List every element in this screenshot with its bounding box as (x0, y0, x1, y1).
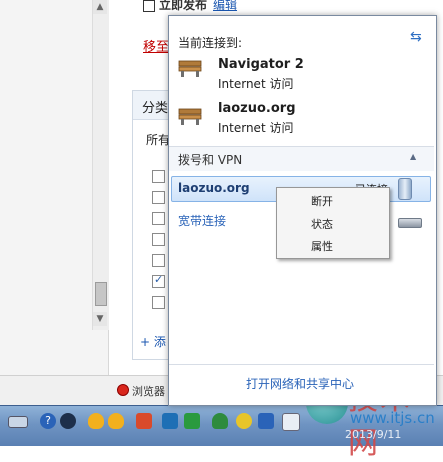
qq-icon[interactable] (108, 413, 124, 429)
vertical-scrollbar[interactable] (92, 0, 109, 330)
green-app-icon[interactable] (184, 413, 200, 429)
vpn-device-icon (398, 178, 412, 200)
connection-name[interactable]: Navigator 2 (218, 57, 304, 72)
connection-status: Internet 访问 (218, 121, 294, 135)
category-all-tab[interactable]: 所有 (146, 131, 170, 148)
shield-tray-icon[interactable] (60, 413, 76, 429)
category-checkbox[interactable] (152, 296, 165, 309)
scroll-thumb[interactable] (95, 282, 107, 306)
menu-item-disconnect[interactable]: 断开 (277, 190, 387, 210)
help-icon[interactable]: ? (40, 413, 56, 429)
menu-item-properties[interactable]: 属性 (277, 235, 387, 255)
qq-icon[interactable] (88, 413, 104, 429)
menu-item-label: 断开 (311, 195, 333, 208)
scroll-down-arrow[interactable]: ▼ (93, 312, 107, 326)
menu-item-status[interactable]: 状态 (277, 213, 387, 233)
current-connection-title: 当前连接到: (178, 36, 243, 50)
category-checkbox[interactable] (152, 212, 165, 225)
speaker-icon[interactable] (136, 413, 152, 429)
category-checkbox-checked[interactable] (152, 273, 165, 288)
divider (169, 364, 434, 365)
security-icon[interactable] (212, 413, 228, 429)
browser-label[interactable]: 浏览器 (132, 383, 165, 399)
menu-item-label: 状态 (311, 218, 333, 231)
category-checkbox[interactable] (152, 233, 165, 246)
yellow-tray-icon[interactable] (236, 413, 252, 429)
clipboard-icon[interactable] (282, 413, 300, 431)
vpn-connection-name: laozuo.org (178, 181, 250, 195)
browser-stop-icon[interactable] (117, 384, 129, 396)
scroll-up-arrow[interactable]: ▲ (93, 0, 107, 14)
keyboard-icon[interactable] (8, 416, 28, 428)
dialup-vpn-title: 拨号和 VPN (178, 153, 243, 167)
network-tray-icon[interactable] (258, 413, 274, 429)
publish-row: 立即发布 编辑 (143, 0, 237, 13)
broadband-connection[interactable]: 宽带连接 (178, 212, 226, 229)
add-category-link[interactable]: + 添 (140, 333, 166, 350)
watermark-url: www.itjs.cn (350, 409, 435, 427)
edit-link[interactable]: 编辑 (213, 0, 237, 12)
clock-date[interactable]: 2013/9/11 (345, 428, 401, 441)
collapse-chevron-icon[interactable]: ▲ (410, 152, 416, 161)
category-checkbox[interactable] (152, 170, 165, 183)
modem-icon (398, 218, 422, 228)
menu-item-label: 属性 (311, 240, 333, 253)
publish-box-icon (143, 0, 155, 12)
bench-network-icon (178, 108, 202, 125)
move-link[interactable]: 移至 (143, 36, 169, 55)
open-network-center-link[interactable]: 打开网络和共享中心 (246, 375, 354, 392)
refresh-icon[interactable]: ⇆ (410, 30, 424, 44)
connection-name[interactable]: laozuo.org (218, 101, 296, 116)
app-tray-icon[interactable] (162, 413, 178, 429)
category-checkbox[interactable] (152, 254, 165, 267)
category-checkbox[interactable] (152, 191, 165, 204)
publish-label: 立即发布 (159, 0, 208, 12)
category-title: 分类 (142, 101, 169, 116)
bench-network-icon (178, 60, 202, 77)
connection-status: Internet 访问 (218, 77, 294, 91)
